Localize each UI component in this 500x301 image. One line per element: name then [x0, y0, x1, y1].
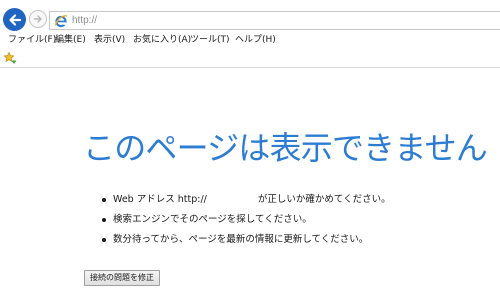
- back-arrow-icon: [8, 13, 21, 26]
- browser-window: http:// ファイル(F) 編集(E) 表示(V) お気に入り(A) ツール…: [0, 0, 500, 301]
- bullet-icon: [102, 218, 106, 222]
- menu-item-tools[interactable]: ツール(T): [190, 34, 230, 47]
- suggestion-list: Web アドレス http:// が正しいか確かめてください。 検索エンジンでその…: [99, 190, 391, 250]
- menu-item-view[interactable]: 表示(V): [94, 34, 125, 47]
- menu-item-favorites[interactable]: お気に入り(A): [133, 34, 191, 47]
- fix-connection-button[interactable]: 接続の問題を修正: [84, 270, 160, 286]
- back-button[interactable]: [3, 8, 26, 31]
- error-title: このページは表示できません: [83, 129, 488, 167]
- page-content: このページは表示できません Web アドレス http:// が正しいか確かめてく…: [0, 68, 500, 301]
- web-address-suffix: が正しいか確かめてください。: [257, 194, 391, 205]
- favorites-bar: [0, 49, 500, 68]
- list-item: Web アドレス http:// が正しいか確かめてください。: [99, 190, 391, 210]
- menu-item-help[interactable]: ヘルプ(H): [235, 34, 276, 47]
- search-suggestion-text: 検索エンジンでそのページを探してください。: [113, 214, 312, 225]
- bullet-icon: [102, 238, 106, 242]
- address-input[interactable]: http://: [72, 14, 97, 28]
- address-bar[interactable]: http://: [49, 11, 500, 30]
- refresh-suggestion-text: 数分待ってから、ページを最新の情報に更新してください。: [113, 234, 369, 245]
- menu-item-file[interactable]: ファイル(F): [8, 34, 56, 47]
- forward-button[interactable]: [29, 10, 47, 28]
- ie-logo-icon: [54, 15, 68, 28]
- favorites-star-icon[interactable]: [3, 51, 17, 65]
- list-item: 検索エンジンでそのページを探してください。: [99, 210, 391, 230]
- navigation-bar: http://: [0, 0, 500, 33]
- list-item: 数分待ってから、ページを最新の情報に更新してください。: [99, 230, 391, 250]
- forward-arrow-icon: [33, 15, 42, 23]
- web-address-text: Web アドレス http://: [113, 194, 207, 205]
- menu-item-edit[interactable]: 編集(E): [55, 34, 86, 47]
- menu-bar: ファイル(F) 編集(E) 表示(V) お気に入り(A) ツール(T) ヘルプ(…: [0, 33, 500, 49]
- bullet-icon: [102, 198, 106, 202]
